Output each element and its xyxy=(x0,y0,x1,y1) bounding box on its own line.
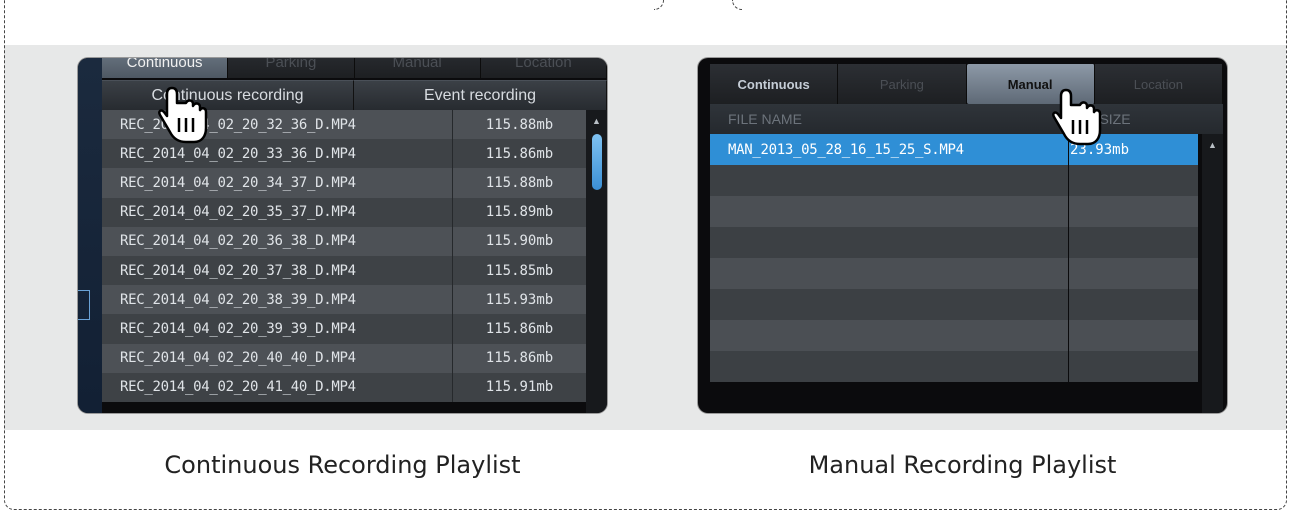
table-row[interactable]: REC_2014_04_02_20_39_39_D.MP4 115.86mb xyxy=(102,314,586,344)
continuous-playlist-panel: Continuous Parking Manual Location Conti… xyxy=(78,58,607,413)
hand-pointer-icon xyxy=(1052,88,1102,146)
table-row[interactable]: REC_2014_04_02_20_37_38_D.MP4 115.85mb xyxy=(102,255,586,286)
tab-location[interactable]: Location xyxy=(480,58,607,78)
list-header: FILE NAME FILE SIZE xyxy=(710,104,1223,134)
tab-manual[interactable]: Manual xyxy=(354,58,481,78)
table-row[interactable]: REC_2014_04_02_20_35_37_D.MP4 115.89mb xyxy=(102,197,586,227)
file-name-cell: REC_2014_04_02_20_40_40_D.MP4 xyxy=(120,350,356,367)
empty-row xyxy=(710,196,1198,227)
triangle-up-icon[interactable]: ▲ xyxy=(592,116,601,126)
hand-pointer-icon xyxy=(158,86,208,144)
table-row[interactable]: MAN_2013_05_28_16_15_25_S.MP4 23.93mb xyxy=(710,134,1198,165)
empty-row xyxy=(710,165,1198,196)
file-name-cell: REC_2014_04_02_20_41_40_D.MP4 xyxy=(120,379,356,396)
file-list: REC_2014_04_02_20_32_36_D.MP4 115.88mb REC… xyxy=(102,110,586,402)
file-size-cell: 115.85mb xyxy=(452,255,586,286)
scrollbar[interactable]: ▲ xyxy=(1202,134,1223,413)
empty-row xyxy=(710,351,1198,382)
file-size-cell: 115.91mb xyxy=(452,372,586,402)
tab-location[interactable]: Location xyxy=(1094,64,1223,104)
file-size-cell: 115.86mb xyxy=(452,314,586,344)
table-row[interactable]: REC_2014_04_02_20_36_38_D.MP4 115.90mb xyxy=(102,226,586,256)
file-size-cell: 115.90mb xyxy=(452,226,586,256)
scrollbar[interactable]: ▲ xyxy=(586,110,607,413)
file-name-cell: REC_2014_04_02_20_37_38_D.MP4 xyxy=(120,262,356,279)
file-size-cell: 115.88mb xyxy=(452,110,586,140)
tab-continuous[interactable]: Continuous xyxy=(102,58,229,78)
side-strip xyxy=(78,58,102,413)
file-size-cell: 115.88mb xyxy=(452,168,586,198)
column-header-file-name[interactable]: FILE NAME xyxy=(710,111,1056,127)
table-row[interactable]: REC_2014_04_02_20_34_37_D.MP4 115.88mb xyxy=(102,168,586,198)
file-name-cell: REC_2014_04_02_20_39_39_D.MP4 xyxy=(120,320,356,337)
file-name-cell: MAN_2013_05_28_16_15_25_S.MP4 xyxy=(728,141,964,158)
caption-continuous: Continuous Recording Playlist xyxy=(164,451,521,479)
empty-row xyxy=(710,258,1198,289)
manual-playlist-panel: Continuous Parking Manual Location FILE … xyxy=(698,58,1227,413)
file-name-cell: REC_2014_04_02_20_32_36_D.MP4 xyxy=(120,116,356,133)
file-name-cell: REC_2014_04_02_20_34_37_D.MP4 xyxy=(120,174,356,191)
category-tabs: Continuous Parking Manual Location xyxy=(710,64,1223,104)
file-name-cell: REC_2014_04_02_20_38_39_D.MP4 xyxy=(120,291,356,308)
file-name-cell: REC_2014_04_02_20_35_37_D.MP4 xyxy=(120,204,356,221)
tab-parking[interactable]: Parking xyxy=(228,58,355,78)
file-name-cell: REC_2014_04_02_20_36_38_D.MP4 xyxy=(120,233,356,250)
tab-parking[interactable]: Parking xyxy=(838,64,967,104)
caption-manual: Manual Recording Playlist xyxy=(808,451,1117,479)
file-size-cell: 115.86mb xyxy=(452,343,586,373)
triangle-up-icon[interactable]: ▲ xyxy=(1208,140,1217,150)
scroll-thumb[interactable] xyxy=(592,134,602,190)
tab-continuous[interactable]: Continuous xyxy=(710,64,839,104)
subtab-event-recording[interactable]: Event recording xyxy=(354,80,607,110)
side-handle[interactable] xyxy=(78,290,90,320)
column-divider xyxy=(1068,134,1069,413)
table-row[interactable]: REC_2014_04_02_20_38_39_D.MP4 115.93mb xyxy=(102,285,586,315)
empty-row xyxy=(710,289,1198,320)
file-size-cell: 115.93mb xyxy=(452,285,586,315)
file-list: MAN_2013_05_28_16_15_25_S.MP4 23.93mb xyxy=(710,134,1198,382)
empty-row xyxy=(710,227,1198,258)
empty-row xyxy=(710,320,1198,351)
table-row[interactable]: REC_2014_04_02_20_40_40_D.MP4 115.86mb xyxy=(102,343,586,373)
file-size-cell: 115.86mb xyxy=(452,139,586,169)
subtab-continuous-recording[interactable]: Continuous recording xyxy=(102,80,354,110)
table-row[interactable]: REC_2014_04_02_20_41_40_D.MP4 115.91mb xyxy=(102,372,586,402)
file-name-cell: REC_2014_04_02_20_33_36_D.MP4 xyxy=(120,145,356,162)
file-size-cell: 115.89mb xyxy=(452,197,586,227)
category-tabs: Continuous Parking Manual Location xyxy=(102,58,607,78)
